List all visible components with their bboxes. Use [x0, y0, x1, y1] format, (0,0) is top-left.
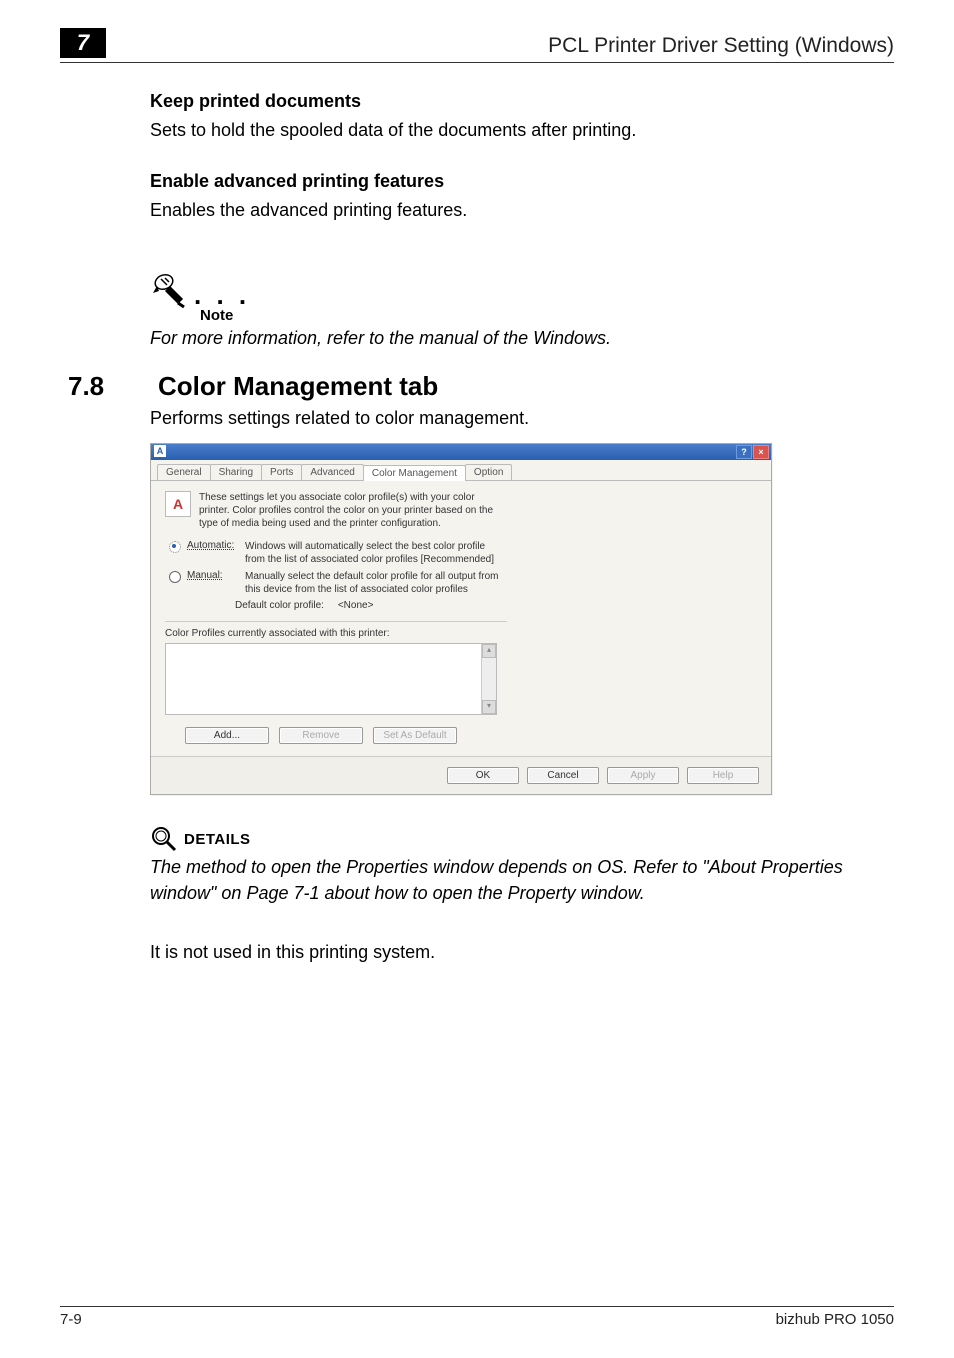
divider — [165, 621, 507, 622]
radio-manual[interactable] — [169, 571, 181, 583]
section-title: Color Management tab — [158, 371, 438, 402]
tab-color-management[interactable]: Color Management — [363, 465, 466, 481]
cancel-button[interactable]: Cancel — [527, 767, 599, 784]
close-button[interactable]: × — [753, 445, 769, 459]
profiles-listbox[interactable]: ▴ ▾ — [165, 643, 497, 715]
chapter-badge: 7 — [60, 28, 106, 58]
radio-manual-label: Manual: — [187, 570, 239, 581]
help-bottom-button[interactable]: Help — [687, 767, 759, 784]
dialog-titlebar: A ? × — [151, 444, 771, 460]
tab-ports[interactable]: Ports — [261, 464, 302, 480]
text-enable-advanced: Enables the advanced printing features. — [150, 198, 884, 223]
heading-keep-printed: Keep printed documents — [150, 91, 884, 112]
color-mgmt-info-text: These settings let you associate color p… — [199, 491, 507, 530]
radio-automatic-desc: Windows will automatically select the be… — [245, 540, 507, 566]
radio-automatic[interactable] — [169, 541, 181, 553]
help-button[interactable]: ? — [736, 445, 752, 459]
note-hand-icon — [150, 273, 190, 311]
details-text: The method to open the Properties window… — [150, 855, 894, 905]
section-number: 7.8 — [60, 371, 158, 402]
listbox-scrollbar[interactable]: ▴ ▾ — [481, 644, 496, 714]
app-icon: A — [154, 445, 166, 457]
set-default-button[interactable]: Set As Default — [373, 727, 457, 744]
scroll-up-icon[interactable]: ▴ — [482, 644, 496, 658]
add-button[interactable]: Add... — [185, 727, 269, 744]
ok-button[interactable]: OK — [447, 767, 519, 784]
footer-page-number: 7-9 — [60, 1311, 82, 1328]
text-keep-printed: Sets to hold the spooled data of the doc… — [150, 118, 884, 143]
note-label: Note — [200, 307, 884, 324]
tab-sharing[interactable]: Sharing — [210, 464, 262, 480]
tab-general[interactable]: General — [157, 464, 211, 480]
scroll-down-icon[interactable]: ▾ — [482, 700, 496, 714]
details-label: DETAILS — [184, 831, 251, 848]
final-note-text: It is not used in this printing system. — [60, 942, 894, 963]
radio-automatic-label: Automatic: — [187, 540, 239, 551]
remove-button[interactable]: Remove — [279, 727, 363, 744]
associated-profiles-label: Color Profiles currently associated with… — [165, 628, 507, 639]
section-subtitle: Performs settings related to color manag… — [60, 408, 894, 429]
footer-product-name: bizhub PRO 1050 — [776, 1311, 894, 1328]
page-header-title: PCL Printer Driver Setting (Windows) — [548, 34, 894, 58]
radio-manual-desc: Manually select the default color profil… — [245, 570, 507, 596]
properties-dialog: A ? × General Sharing Ports Advanced Col… — [150, 443, 772, 795]
tab-option[interactable]: Option — [465, 464, 512, 480]
apply-button[interactable]: Apply — [607, 767, 679, 784]
note-text: For more information, refer to the manua… — [150, 328, 884, 349]
magnifier-icon — [150, 825, 178, 853]
dialog-tabs: General Sharing Ports Advanced Color Man… — [151, 460, 771, 481]
heading-enable-advanced: Enable advanced printing features — [150, 171, 884, 192]
default-profile-label: Default color profile: — [235, 600, 324, 611]
tab-advanced[interactable]: Advanced — [301, 464, 363, 480]
printer-warning-icon: A — [165, 491, 191, 517]
default-profile-value: <None> — [338, 600, 374, 611]
